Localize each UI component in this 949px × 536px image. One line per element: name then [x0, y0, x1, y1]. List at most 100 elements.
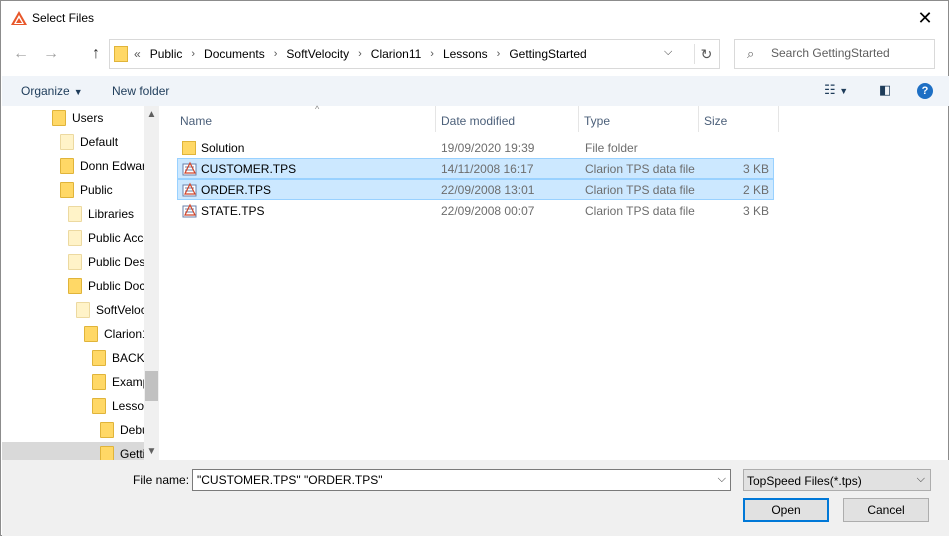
folder-icon: [60, 134, 74, 150]
file-row-order[interactable]: ORDER.TPS 22/09/2008 13:01 Clarion TPS d…: [177, 179, 774, 200]
tree-item-label: BACKUP: [112, 351, 144, 365]
close-icon[interactable]: ✕: [902, 1, 948, 35]
tps-file-icon: [182, 161, 197, 176]
tree-item-label: Public: [80, 183, 113, 197]
command-bar: Organize ▼ New folder ☷ ▼ ◧ ?: [2, 76, 949, 106]
tree-item-label: Default: [80, 135, 119, 149]
tree-item-public[interactable]: Public: [2, 178, 144, 202]
chevron-down-icon[interactable]: ⌵: [917, 473, 925, 486]
breadcrumb-overflow[interactable]: «: [134, 47, 141, 61]
tree-item-examples[interactable]: Examples: [2, 370, 144, 394]
breadcrumb-documents[interactable]: Documents: [204, 47, 265, 61]
tree-item-public-documents[interactable]: Public Documents: [2, 274, 144, 298]
breadcrumb-public[interactable]: Public: [150, 47, 183, 61]
file-name-combobox[interactable]: ⌵: [192, 469, 731, 491]
file-name-field[interactable]: [197, 473, 707, 487]
file-date: 22/09/2008 13:01: [441, 183, 535, 197]
file-list: Name ^ Date modified Type Size Solution …: [159, 104, 948, 460]
organize-label: Organize: [21, 84, 70, 98]
file-type: Clarion TPS data file: [585, 162, 695, 176]
search-box[interactable]: ⌕: [734, 39, 935, 69]
chevron-down-icon[interactable]: ⌵: [664, 46, 672, 59]
file-size: 2 KB: [742, 183, 769, 197]
preview-pane-icon[interactable]: ◧: [879, 82, 891, 98]
column-header-type[interactable]: Type: [579, 106, 699, 132]
file-row-customer[interactable]: CUSTOMER.TPS 14/11/2008 16:17 Clarion TP…: [177, 158, 774, 179]
tree-item-label: Public Account Pictures: [88, 231, 144, 245]
tree-item-label: Debugger: [120, 423, 144, 437]
sort-ascending-icon: ^: [315, 104, 320, 114]
file-date: 22/09/2008 00:07: [441, 204, 535, 218]
folder-icon: [52, 110, 66, 126]
search-icon: ⌕: [747, 46, 755, 61]
tree-item-default[interactable]: Default: [2, 130, 144, 154]
tree-item-public-account-pictures[interactable]: Public Account Pictures: [2, 226, 144, 250]
chevron-right-icon[interactable]: ›: [497, 48, 501, 60]
column-header-label: Name: [180, 114, 213, 128]
new-folder-button[interactable]: New folder: [112, 84, 169, 98]
breadcrumb-softvelocity[interactable]: SoftVelocity: [286, 47, 349, 61]
tree-item-public-desktop[interactable]: Public Desktop: [2, 250, 144, 274]
forward-arrow-icon[interactable]: →: [40, 43, 62, 65]
file-date: 14/11/2008 16:17: [441, 162, 534, 176]
refresh-icon[interactable]: ↻: [694, 44, 718, 64]
file-name: Solution: [201, 141, 245, 155]
dialog-footer: File name: ⌵ TopSpeed Files(*.tps) ⌵ Ope…: [2, 460, 949, 536]
back-arrow-icon[interactable]: ←: [10, 43, 32, 65]
view-options-icon[interactable]: ☷ ▼: [824, 82, 848, 98]
folder-icon: [182, 141, 196, 155]
breadcrumb-lessons[interactable]: Lessons: [443, 47, 488, 61]
chevron-right-icon[interactable]: ›: [191, 48, 195, 60]
file-type-filter[interactable]: TopSpeed Files(*.tps) ⌵: [743, 469, 931, 491]
tree-item-clarion11[interactable]: Clarion11: [2, 322, 144, 346]
tree-item-label: Users: [72, 111, 104, 125]
tree-item-gettingstarted[interactable]: GettingStarted: [2, 442, 144, 460]
folder-icon: [92, 374, 106, 390]
scrollbar-thumb[interactable]: [145, 371, 158, 401]
file-type: Clarion TPS data file: [585, 183, 695, 197]
organize-button[interactable]: Organize ▼: [21, 84, 83, 98]
tps-file-icon: [182, 182, 197, 197]
chevron-right-icon[interactable]: ›: [358, 48, 362, 60]
folder-icon: [92, 350, 106, 366]
file-name-label: File name:: [133, 473, 190, 487]
chevron-right-icon[interactable]: ›: [430, 48, 434, 60]
folder-icon: [68, 230, 82, 246]
address-bar[interactable]: « Public › Documents › SoftVelocity › Cl…: [109, 39, 720, 69]
tree-item-label: Examples: [112, 375, 144, 389]
file-row-solution[interactable]: Solution 19/09/2020 19:39 File folder: [177, 137, 774, 158]
search-input[interactable]: [771, 46, 931, 60]
tree-item-label: Donn Edwards: [80, 159, 144, 173]
chevron-down-icon[interactable]: ⌵: [718, 473, 726, 486]
tree-item-debugger[interactable]: Debugger: [2, 418, 144, 442]
tree-item-users[interactable]: Users: [2, 106, 144, 130]
tree-item-lessons[interactable]: Lessons: [2, 394, 144, 418]
tree-item-libraries[interactable]: Libraries: [2, 202, 144, 226]
help-icon[interactable]: ?: [917, 83, 933, 99]
column-header-size[interactable]: Size: [699, 106, 779, 132]
chevron-right-icon[interactable]: ›: [274, 48, 278, 60]
up-arrow-icon[interactable]: ↑: [85, 43, 107, 65]
file-row-state[interactable]: STATE.TPS 22/09/2008 00:07 Clarion TPS d…: [177, 200, 774, 221]
tree-item-softvelocity[interactable]: SoftVelocity: [2, 298, 144, 322]
tree-item-backup[interactable]: BACKUP: [2, 346, 144, 370]
window-title: Select Files: [32, 11, 95, 25]
column-header-label: Type: [584, 114, 611, 128]
cancel-button[interactable]: Cancel: [843, 498, 929, 522]
nav-scrollbar[interactable]: ▲ ▼: [144, 106, 159, 460]
open-button[interactable]: Open: [743, 498, 829, 522]
breadcrumb-clarion11[interactable]: Clarion11: [371, 47, 421, 61]
file-type: File folder: [585, 141, 638, 155]
column-header-date[interactable]: Date modified: [436, 106, 579, 132]
column-header-name[interactable]: Name ^: [175, 104, 436, 132]
tree-item-donn-edwards[interactable]: Donn Edwards: [2, 154, 144, 178]
breadcrumb-gettingstarted[interactable]: GettingStarted: [509, 47, 586, 61]
chevron-up-icon[interactable]: ▲: [144, 106, 159, 123]
column-header-label: Date modified: [441, 114, 516, 128]
chevron-down-icon[interactable]: ▼: [144, 443, 159, 460]
tree-item-label: Libraries: [88, 207, 135, 221]
folder-icon: [60, 158, 74, 174]
clarion-app-icon: [11, 11, 27, 25]
folder-icon: [60, 182, 74, 198]
file-size: 3 KB: [742, 204, 769, 218]
